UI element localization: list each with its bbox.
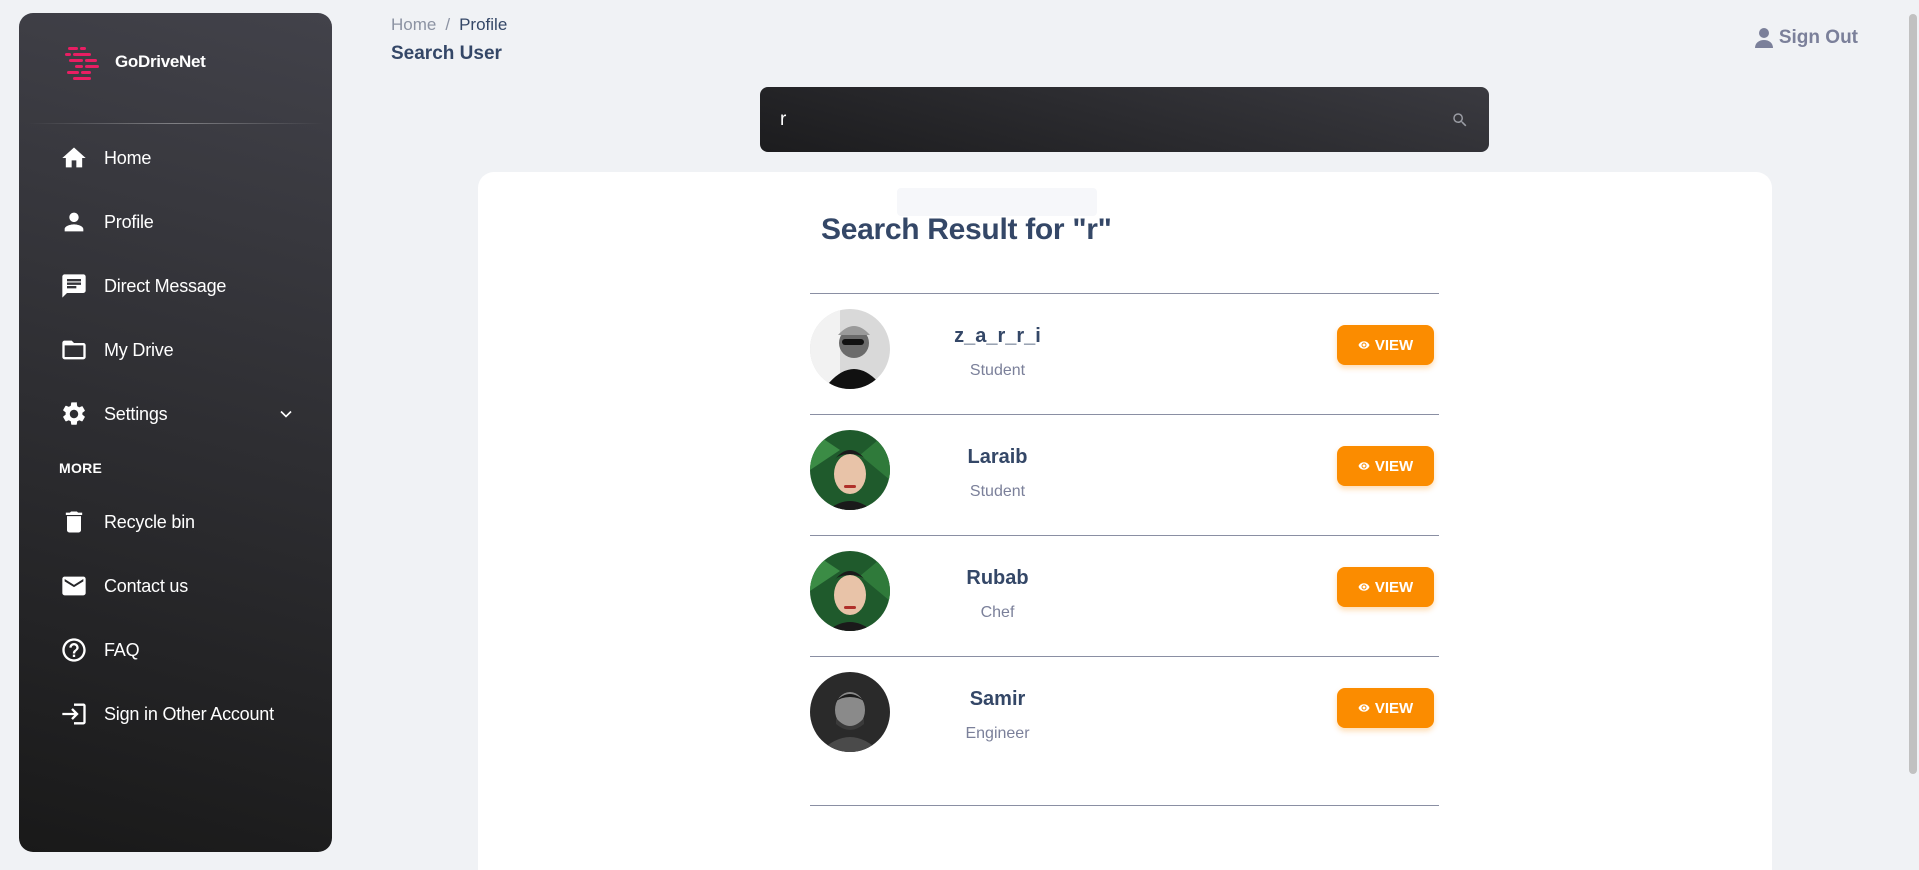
brand-logo-icon [65,47,99,80]
user-role: Chef [980,604,1015,621]
user-name: Laraib [967,446,1028,468]
view-button[interactable]: VIEW [1337,567,1434,607]
results-title-prefix: Search Result for " [821,213,1087,246]
results-title-suffix: " [1097,213,1112,246]
trash-icon [59,507,89,537]
sidebar-item-label: My Drive [104,339,174,360]
results-query: r [1086,213,1098,246]
list-item: Rubab Chef VIEW [810,535,1439,656]
list-item: Laraib Student VIEW [810,414,1439,535]
list-item: z_a_r_r_i Student VIEW [810,293,1439,414]
user-role: Student [969,483,1026,500]
page-scrollbar[interactable] [1907,0,1919,870]
section-title-more: MORE [59,460,103,476]
sidebar-item-direct-message[interactable]: Direct Message [19,254,332,318]
mail-icon [59,571,89,601]
person-icon [1754,28,1773,48]
sidebar: GoDriveNet Home Profile Direct Message M… [19,13,332,852]
sidebar-item-label: Profile [104,211,154,232]
view-button[interactable]: VIEW [1337,325,1434,365]
list-item: Samir Engineer VIEW [810,656,1439,806]
search-icon[interactable] [1451,111,1469,129]
avatar [810,551,890,631]
breadcrumb-separator: / [445,15,451,34]
brand-name: GoDriveNet [115,52,206,71]
sidebar-item-label: Direct Message [104,275,227,296]
user-role: Engineer [965,725,1030,742]
results-list: z_a_r_r_i Student VIEW Laraib Student VI… [810,293,1439,806]
chat-icon [59,271,89,301]
breadcrumb-home[interactable]: Home [391,15,436,34]
sidebar-item-label: Contact us [104,575,189,596]
page-title: Search User [391,43,502,64]
avatar [810,672,890,752]
view-label: VIEW [1374,457,1414,475]
sidebar-item-home[interactable]: Home [19,126,332,190]
user-name: z_a_r_r_i [954,325,1041,347]
sidebar-item-faq[interactable]: FAQ [19,618,332,682]
breadcrumb-current: Profile [459,15,508,34]
scroll-thumb[interactable] [1909,14,1917,774]
sidebar-item-profile[interactable]: Profile [19,190,332,254]
sidebar-item-recycle-bin[interactable]: Recycle bin [19,490,332,554]
search-input[interactable] [780,108,1451,131]
brand[interactable]: GoDriveNet [19,13,332,111]
sidebar-item-label: Home [104,147,152,168]
avatar [810,309,890,389]
sidebar-item-label: Recycle bin [104,511,195,532]
eye-icon [1358,341,1370,349]
login-icon [59,699,89,729]
view-button[interactable]: VIEW [1337,688,1434,728]
breadcrumb: Home / Profile [391,15,507,35]
folder-icon [59,335,89,365]
sidebar-item-my-drive[interactable]: My Drive [19,318,332,382]
user-role: Student [969,362,1026,379]
ghost-chip [897,188,1097,216]
eye-icon [1358,704,1370,712]
eye-icon [1358,462,1370,470]
view-label: VIEW [1374,699,1414,717]
home-icon [59,143,89,173]
sidebar-item-label: FAQ [104,639,140,660]
view-button[interactable]: VIEW [1337,446,1434,486]
sidebar-item-label: Settings [104,403,168,424]
eye-icon [1358,583,1370,591]
sidebar-more-nav: Recycle bin Contact us FAQ Sign in Other… [19,490,332,746]
sidebar-item-contact-us[interactable]: Contact us [19,554,332,618]
view-label: VIEW [1374,578,1414,596]
person-icon [59,207,89,237]
sidebar-item-settings[interactable]: Settings [19,382,332,446]
user-name: Samir [969,688,1026,710]
avatar [810,430,890,510]
sign-out-button[interactable]: Sign Out [1754,27,1858,49]
sidebar-divider [27,123,324,124]
sign-out-label: Sign Out [1778,27,1858,48]
results-title: Search Result for "r" [821,213,1112,247]
user-name: Rubab [966,567,1029,589]
search-bar [760,87,1489,152]
sidebar-item-label: Sign in Other Account [104,703,274,724]
sidebar-nav: Home Profile Direct Message My Drive Set… [19,126,332,446]
sidebar-item-sign-in-other-account[interactable]: Sign in Other Account [19,682,332,746]
help-icon [59,635,89,665]
gear-icon [59,399,89,429]
view-label: VIEW [1374,336,1414,354]
chevron-down-icon[interactable] [276,404,296,424]
